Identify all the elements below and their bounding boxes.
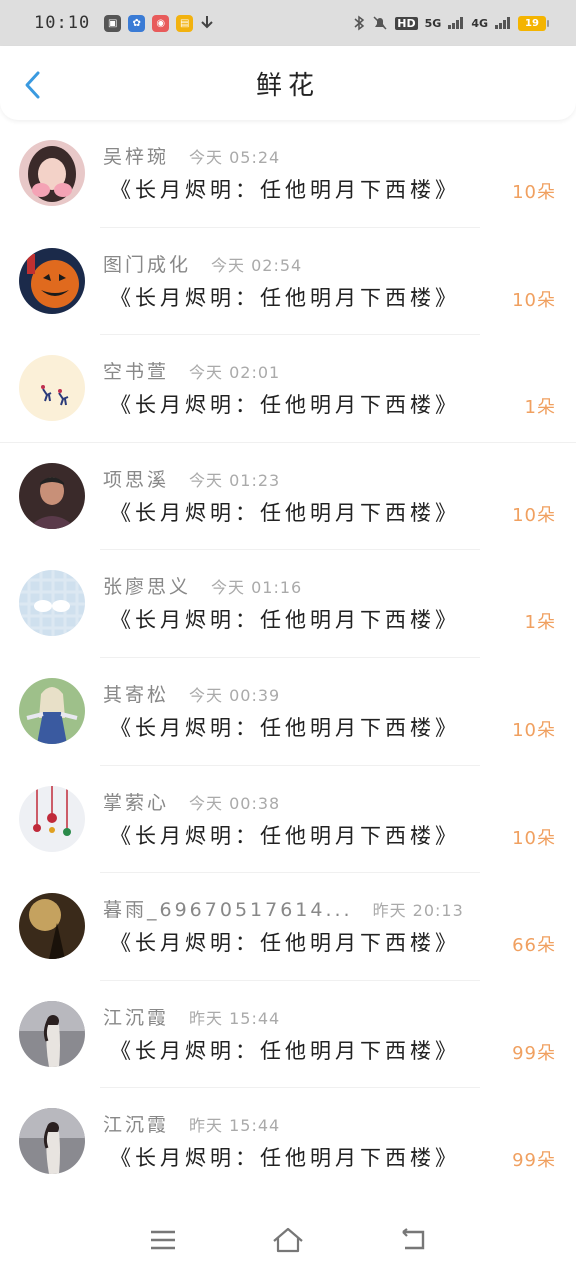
timestamp: 今天 01:16 (211, 578, 303, 598)
timestamp: 今天 00:38 (189, 793, 281, 813)
list-item[interactable]: 张廖思义 今天 01:16 《长月烬明：任他明月下西楼》 1朵 (0, 550, 576, 658)
status-bar: 10:10 ▣ ✿ ◉ ▤ HD 5G 4G 19 (0, 0, 576, 46)
book-title[interactable]: 《长月烬明：任他明月下西楼》 (110, 174, 460, 204)
username[interactable]: 张廖思义 (103, 572, 191, 599)
book-title[interactable]: 《长月烬明：任他明月下西楼》 (110, 1035, 460, 1065)
list-item[interactable]: 掌萦心 今天 00:38 《长月烬明：任他明月下西楼》 10朵 (0, 766, 576, 874)
timestamp: 今天 02:01 (189, 363, 281, 383)
username[interactable]: 图门成化 (103, 250, 191, 277)
status-time: 10:10 (34, 13, 91, 33)
avatar[interactable] (19, 785, 85, 852)
item-meta: 其寄松 今天 00:39 (103, 680, 280, 707)
signal-4g-icon (495, 17, 510, 29)
book-title[interactable]: 《长月烬明：任他明月下西楼》 (110, 389, 460, 419)
mute-bell-icon (373, 16, 387, 30)
flower-count: 10朵 (512, 289, 556, 311)
battery-icon: 19 (518, 15, 549, 31)
book-title[interactable]: 《长月烬明：任他明月下西楼》 (110, 1142, 460, 1172)
network-4g: 4G (471, 16, 488, 30)
username[interactable]: 项思溪 (103, 465, 169, 492)
avatar[interactable] (19, 1108, 85, 1175)
list-item[interactable]: 吴梓琬 今天 05:24 《长月烬明：任他明月下西楼》 10朵 (0, 120, 576, 228)
timestamp: 昨天 15:44 (189, 1008, 281, 1028)
username[interactable]: 暮雨_69670517614... (103, 895, 353, 922)
flower-count: 10朵 (512, 719, 556, 741)
item-meta: 张廖思义 今天 01:16 (103, 572, 302, 599)
signal-5g-icon (448, 17, 464, 29)
avatar[interactable] (19, 677, 85, 744)
clover-app-icon: ✿ (128, 14, 146, 32)
avatar[interactable] (19, 1000, 85, 1067)
timestamp: 昨天 20:13 (372, 901, 464, 921)
avatar[interactable] (19, 247, 85, 314)
list-item[interactable]: 图门成化 今天 02:54 《长月烬明：任他明月下西楼》 10朵 (0, 228, 576, 336)
flower-count: 1朵 (524, 612, 556, 634)
flower-count: 99朵 (512, 1150, 556, 1172)
home-icon (273, 1227, 303, 1253)
username[interactable]: 空书萱 (103, 357, 169, 384)
item-meta: 项思溪 今天 01:23 (103, 465, 280, 492)
item-meta: 图门成化 今天 02:54 (103, 250, 302, 277)
home-button[interactable] (268, 1220, 308, 1260)
username[interactable]: 江沉霞 (103, 1003, 169, 1030)
flower-list: 吴梓琬 今天 05:24 《长月烬明：任他明月下西楼》 10朵 图门成化 今天 … (0, 120, 576, 1196)
item-meta: 掌萦心 今天 00:38 (103, 788, 280, 815)
flower-count: 10朵 (512, 504, 556, 526)
list-item[interactable]: 其寄松 今天 00:39 《长月烬明：任他明月下西楼》 10朵 (0, 658, 576, 766)
page-header: 鲜花 (0, 46, 576, 120)
avatar[interactable] (19, 140, 85, 206)
return-button[interactable] (393, 1220, 433, 1260)
book-title[interactable]: 《长月烬明：任他明月下西楼》 (110, 282, 460, 312)
download-icon (201, 16, 213, 29)
page-title: 鲜花 (255, 70, 320, 101)
flower-count: 10朵 (512, 182, 556, 203)
flower-count: 1朵 (524, 397, 556, 419)
avatar[interactable] (19, 355, 85, 422)
book-title[interactable]: 《长月烬明：任他明月下西楼》 (110, 712, 460, 742)
list-item[interactable]: 项思溪 今天 01:23 《长月烬明：任他明月下西楼》 10朵 (0, 443, 576, 551)
flower-count: 99朵 (512, 1042, 556, 1064)
list-item[interactable]: 暮雨_69670517614... 昨天 20:13 《长月烬明：任他明月下西楼… (0, 873, 576, 981)
book-title[interactable]: 《长月烬明：任他明月下西楼》 (110, 497, 460, 527)
system-nav-bar (0, 1200, 576, 1280)
status-right: HD 5G 4G 19 (353, 15, 549, 31)
book-title[interactable]: 《长月烬明：任他明月下西楼》 (110, 820, 460, 850)
username[interactable]: 吴梓琬 (103, 142, 169, 169)
flower-count: 66朵 (512, 935, 556, 957)
item-meta: 空书萱 今天 02:01 (103, 357, 280, 384)
red-app-icon: ◉ (152, 14, 170, 32)
timestamp: 今天 05:24 (189, 148, 281, 167)
avatar[interactable] (19, 893, 85, 960)
list-item[interactable]: 江沉霞 昨天 15:44 《长月烬明：任他明月下西楼》 99朵 (0, 981, 576, 1089)
book-title[interactable]: 《长月烬明：任他明月下西楼》 (110, 604, 460, 634)
bluetooth-icon (354, 15, 365, 31)
username[interactable]: 江沉霞 (103, 1110, 169, 1137)
book-title[interactable]: 《长月烬明：任他明月下西楼》 (110, 927, 460, 957)
item-meta: 吴梓琬 今天 05:24 (103, 142, 280, 169)
username[interactable]: 掌萦心 (103, 788, 169, 815)
timestamp: 今天 01:23 (189, 470, 281, 490)
status-app-icons: ▣ ✿ ◉ ▤ (104, 14, 214, 32)
avatar[interactable] (19, 462, 85, 529)
list-item[interactable]: 空书萱 今天 02:01 《长月烬明：任他明月下西楼》 1朵 (0, 335, 576, 443)
avatar[interactable] (19, 570, 85, 637)
network-5g: 5G (424, 16, 442, 30)
yellow-app-icon: ▤ (176, 14, 194, 32)
username[interactable]: 其寄松 (103, 680, 169, 707)
timestamp: 今天 00:39 (189, 685, 281, 705)
timestamp: 今天 02:54 (211, 255, 303, 275)
hd-indicator: HD (395, 16, 418, 30)
item-meta: 暮雨_69670517614... 昨天 20:13 (103, 895, 464, 922)
menu-icon (150, 1230, 175, 1250)
menu-button[interactable] (143, 1220, 183, 1260)
flower-count: 10朵 (512, 827, 556, 849)
return-icon (402, 1228, 425, 1250)
item-meta: 江沉霞 昨天 15:44 (103, 1110, 280, 1137)
item-meta: 江沉霞 昨天 15:44 (103, 1003, 280, 1030)
back-button[interactable] (18, 70, 46, 100)
video-app-icon: ▣ (104, 14, 122, 32)
timestamp: 昨天 15:44 (189, 1116, 281, 1136)
list-item[interactable]: 江沉霞 昨天 15:44 《长月烬明：任他明月下西楼》 99朵 (0, 1088, 576, 1196)
chevron-left-icon (25, 71, 40, 99)
